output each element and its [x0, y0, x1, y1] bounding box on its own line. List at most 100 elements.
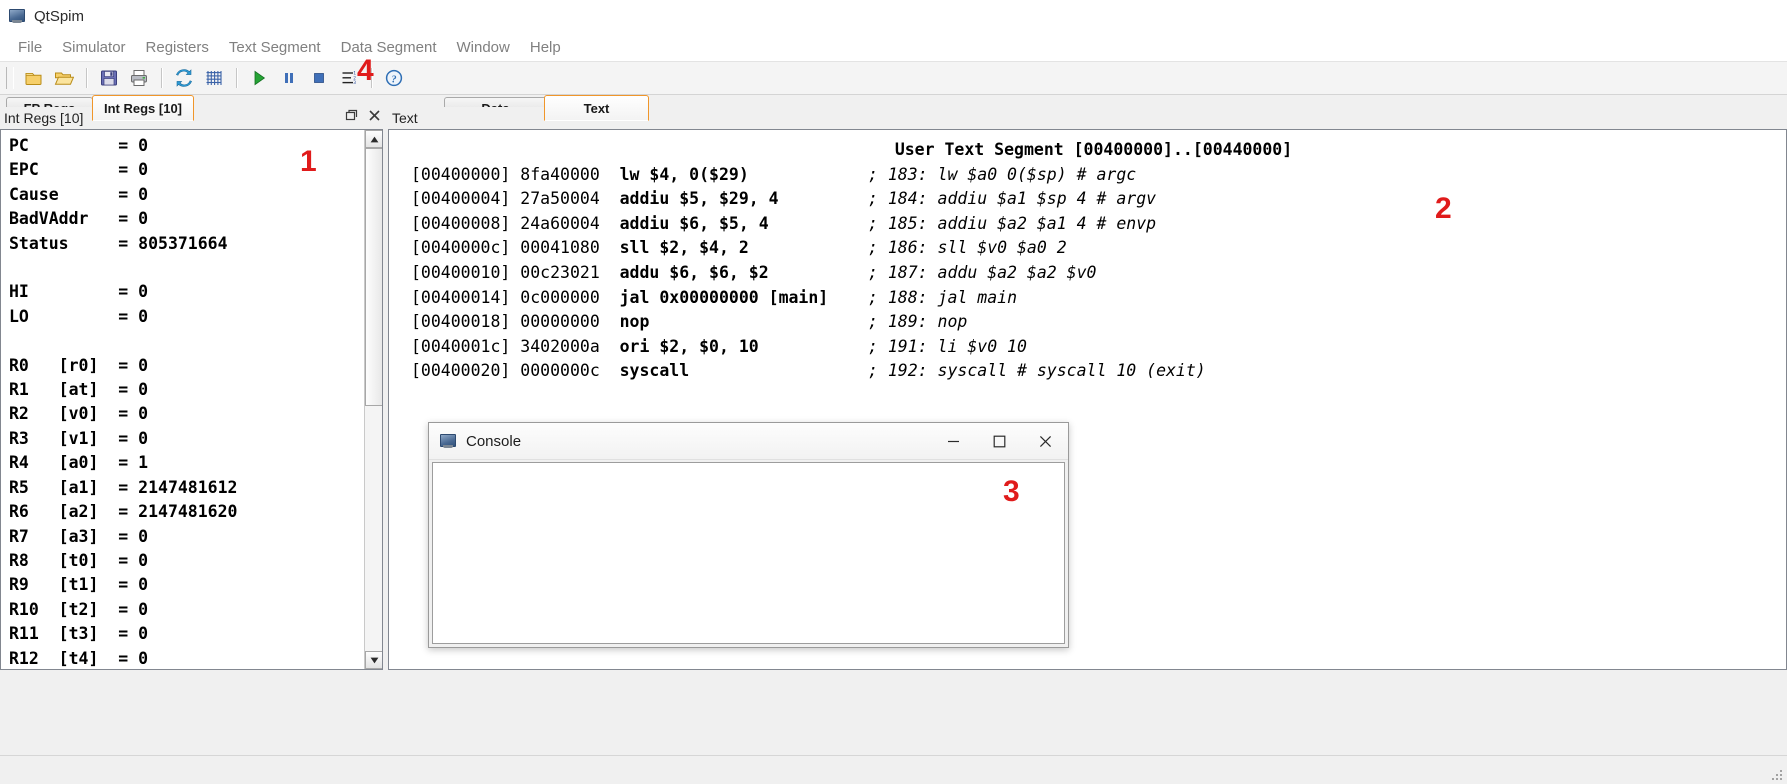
instruction-address: [0040001c] [411, 336, 521, 356]
instruction-row[interactable]: [0040000c] 00041080 sll $2, $4, 2 ; 186:… [411, 236, 1786, 261]
toolbar-separator [161, 68, 162, 88]
run-icon[interactable] [245, 65, 273, 91]
instruction-comment: ; 191: li $v0 10 [867, 336, 1027, 356]
maximize-icon[interactable] [976, 423, 1022, 459]
new-icon[interactable] [20, 65, 48, 91]
instruction-hex: 00000000 [520, 312, 620, 332]
reload-icon[interactable] [170, 65, 198, 91]
status-bar [0, 755, 1787, 784]
instruction-comment: ; 187: addu $a2 $a2 $v0 [867, 262, 1097, 282]
menu-data-segment[interactable]: Data Segment [331, 36, 447, 59]
menu-text-segment[interactable]: Text Segment [219, 36, 331, 59]
print-icon[interactable] [125, 65, 153, 91]
instruction-hex: 3402000a [520, 336, 620, 356]
grid-icon[interactable] [200, 65, 228, 91]
svg-text:3: 3 [353, 80, 356, 86]
instruction-mnemonic: lw $4, 0($29) [619, 164, 749, 184]
toolbar-separator [371, 68, 372, 88]
instruction-address: [00400018] [411, 312, 521, 332]
instruction-spacer [759, 335, 868, 360]
resize-grip-icon[interactable] [1770, 768, 1784, 782]
instruction-row[interactable]: [00400010] 00c23021 addu $6, $6, $2 ; 18… [411, 261, 1786, 286]
int-registers-panel: PC = 0 EPC = 0 Cause = 0 BadVAddr = 0 St… [0, 129, 383, 670]
register-listing: PC = 0 EPC = 0 Cause = 0 BadVAddr = 0 St… [9, 136, 238, 668]
instruction-comment: ; 185: addiu $a2 $a1 4 # envp [867, 213, 1157, 233]
instruction-row[interactable]: [00400014] 0c000000 jal 0x00000000 [main… [411, 286, 1786, 311]
instruction-mnemonic: sll $2, $4, 2 [619, 238, 749, 258]
user-text-segment-title: User Text Segment [00400000]..[00440000] [894, 140, 1293, 159]
instruction-hex: 0000000c [520, 361, 620, 381]
svg-text:?: ? [392, 74, 397, 85]
registers-scrollbar[interactable] [364, 130, 382, 669]
menu-registers[interactable]: Registers [136, 36, 219, 59]
menu-window[interactable]: Window [447, 36, 520, 59]
instruction-spacer [769, 261, 868, 286]
instruction-row[interactable]: [00400020] 0000000c syscall ; 192: sysca… [411, 359, 1786, 384]
instruction-spacer [749, 236, 868, 261]
pause-icon[interactable] [275, 65, 303, 91]
tab-int-regs[interactable]: Int Regs [10] [92, 95, 194, 121]
instruction-spacer [769, 212, 868, 237]
console-output[interactable] [432, 462, 1065, 644]
instruction-comment: ; 186: sll $v0 $a0 2 [867, 238, 1067, 258]
stop-icon[interactable] [305, 65, 333, 91]
instruction-spacer [779, 187, 868, 212]
float-icon[interactable] [345, 109, 358, 125]
close-icon[interactable] [1022, 423, 1068, 459]
instruction-hex: 24a60004 [520, 213, 620, 233]
console-body [430, 460, 1067, 646]
tab-text[interactable]: Text [544, 95, 649, 121]
instruction-hex: 00041080 [520, 238, 620, 258]
instruction-hex: 00c23021 [520, 262, 620, 282]
instruction-comment: ; 183: lw $a0 0($sp) # argc [867, 164, 1137, 184]
registers-dock-title: Int Regs [10] [4, 109, 84, 126]
instruction-row[interactable]: [00400008] 24a60004 addiu $6, $5, 4 ; 18… [411, 212, 1786, 237]
console-title: Console [466, 432, 522, 450]
window-title: QtSpim [34, 7, 85, 25]
instruction-mnemonic: addu $6, $6, $2 [619, 262, 769, 282]
instruction-row[interactable]: [00400000] 8fa40000 lw $4, 0($29) ; 183:… [411, 163, 1786, 188]
instruction-address: [00400020] [411, 361, 521, 381]
instruction-spacer [689, 359, 868, 384]
instruction-spacer [828, 286, 868, 311]
menu-simulator[interactable]: Simulator [52, 36, 135, 59]
instruction-hex: 27a50004 [520, 189, 620, 209]
menu-help[interactable]: Help [520, 36, 571, 59]
menu-file[interactable]: File [8, 36, 52, 59]
save-icon[interactable] [95, 65, 123, 91]
toolbar: 1 2 3 ? [0, 62, 1787, 95]
instruction-address: [00400008] [411, 213, 521, 233]
help-icon[interactable]: ? [380, 65, 408, 91]
instruction-mnemonic: addiu $6, $5, 4 [619, 213, 769, 233]
instruction-address: [0040000c] [411, 238, 521, 258]
instruction-comment: ; 184: addiu $a1 $sp 4 # argv [867, 189, 1157, 209]
instruction-row[interactable]: [00400004] 27a50004 addiu $5, $29, 4 ; 1… [411, 187, 1786, 212]
instruction-spacer [649, 310, 868, 335]
window-titlebar: QtSpim [0, 0, 1787, 33]
instruction-mnemonic: addiu $5, $29, 4 [619, 189, 779, 209]
instruction-rows: [00400000] 8fa40000 lw $4, 0($29) ; 183:… [411, 163, 1786, 384]
instruction-address: [00400000] [411, 164, 521, 184]
toolbar-grip[interactable] [6, 67, 14, 89]
instruction-mnemonic: nop [619, 312, 650, 332]
scroll-down-icon[interactable] [365, 651, 382, 669]
menubar: File Simulator Registers Text Segment Da… [0, 33, 1787, 62]
open-folder-icon[interactable] [50, 65, 78, 91]
instruction-mnemonic: syscall [619, 361, 690, 381]
toolbar-separator [86, 68, 87, 88]
instruction-hex: 8fa40000 [520, 164, 620, 184]
qtspim-app-icon [8, 7, 26, 25]
instruction-mnemonic: ori $2, $0, 10 [619, 336, 759, 356]
instruction-row[interactable]: [0040001c] 3402000a ori $2, $0, 10 ; 191… [411, 335, 1786, 360]
console-window[interactable]: Console [428, 422, 1069, 648]
minimize-icon[interactable] [930, 423, 976, 459]
scroll-up-icon[interactable] [365, 130, 382, 148]
instruction-spacer [749, 163, 868, 188]
qtspim-app-icon [439, 432, 457, 450]
instruction-comment: ; 189: nop [867, 312, 968, 332]
instruction-address: [00400004] [411, 189, 521, 209]
close-icon[interactable] [368, 109, 381, 125]
step-icon[interactable]: 1 2 3 [335, 65, 363, 91]
scroll-thumb[interactable] [365, 148, 382, 406]
instruction-row[interactable]: [00400018] 00000000 nop ; 189: nop [411, 310, 1786, 335]
